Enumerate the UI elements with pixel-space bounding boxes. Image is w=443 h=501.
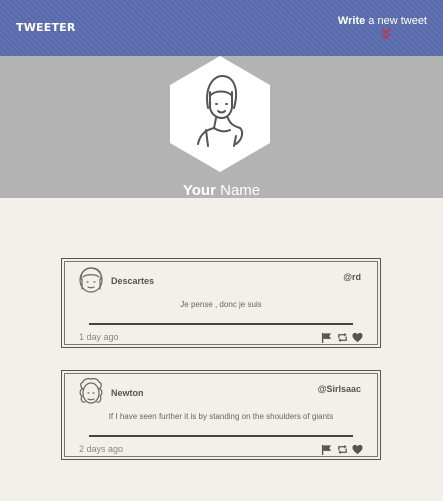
descartes-avatar[interactable]	[77, 265, 105, 295]
tweet-card[interactable]: Descartes @rd Je pense , donc je suis 1 …	[61, 258, 381, 348]
top-nav-bar: TWEETER Write a new tweet	[0, 0, 443, 56]
tweet-text: Je pense , donc je suis	[180, 300, 262, 309]
newton-avatar[interactable]	[77, 377, 105, 407]
flag-icon[interactable]	[321, 444, 332, 455]
tweet-handle[interactable]: @SirIsaac	[318, 384, 361, 394]
tweet-timestamp: 1 day ago	[79, 332, 119, 342]
write-tweet-link[interactable]: Write a new tweet	[338, 15, 427, 27]
app-logo[interactable]: TWEETER	[16, 21, 76, 34]
tweet-timestamp: 2 days ago	[79, 444, 124, 454]
tweet-card[interactable]: Newton @SirIsaac If I have seen further …	[61, 370, 381, 460]
tweet-author[interactable]: Descartes	[111, 276, 154, 286]
flag-icon[interactable]	[321, 332, 332, 343]
retweet-icon[interactable]	[337, 332, 348, 343]
write-label-rest: a new tweet	[365, 15, 427, 27]
retweet-icon[interactable]	[337, 444, 348, 455]
heart-icon[interactable]	[352, 444, 363, 455]
tweet-text: If I have seen further it is by standing…	[108, 412, 334, 421]
write-label-bold: Write	[337, 15, 366, 27]
profile-name: Your Name	[0, 182, 443, 199]
tweet-card-inner: Newton @SirIsaac If I have seen further …	[64, 373, 378, 457]
tweet-card-inner: Descartes @rd Je pense , donc je suis 1 …	[64, 261, 378, 345]
tweet-handle[interactable]: @rd	[343, 272, 361, 282]
profile-avatar	[170, 56, 270, 172]
profile-name-first: Your	[182, 182, 216, 199]
tweet-author[interactable]: Newton	[111, 388, 144, 398]
tweet-actions	[321, 331, 363, 343]
tweet-divider	[89, 435, 353, 437]
double-chevron-down-icon[interactable]	[380, 28, 392, 40]
heart-icon[interactable]	[352, 332, 363, 343]
tweet-divider	[89, 323, 353, 325]
profile-name-last: Name	[215, 182, 261, 199]
tweet-actions	[321, 443, 363, 455]
